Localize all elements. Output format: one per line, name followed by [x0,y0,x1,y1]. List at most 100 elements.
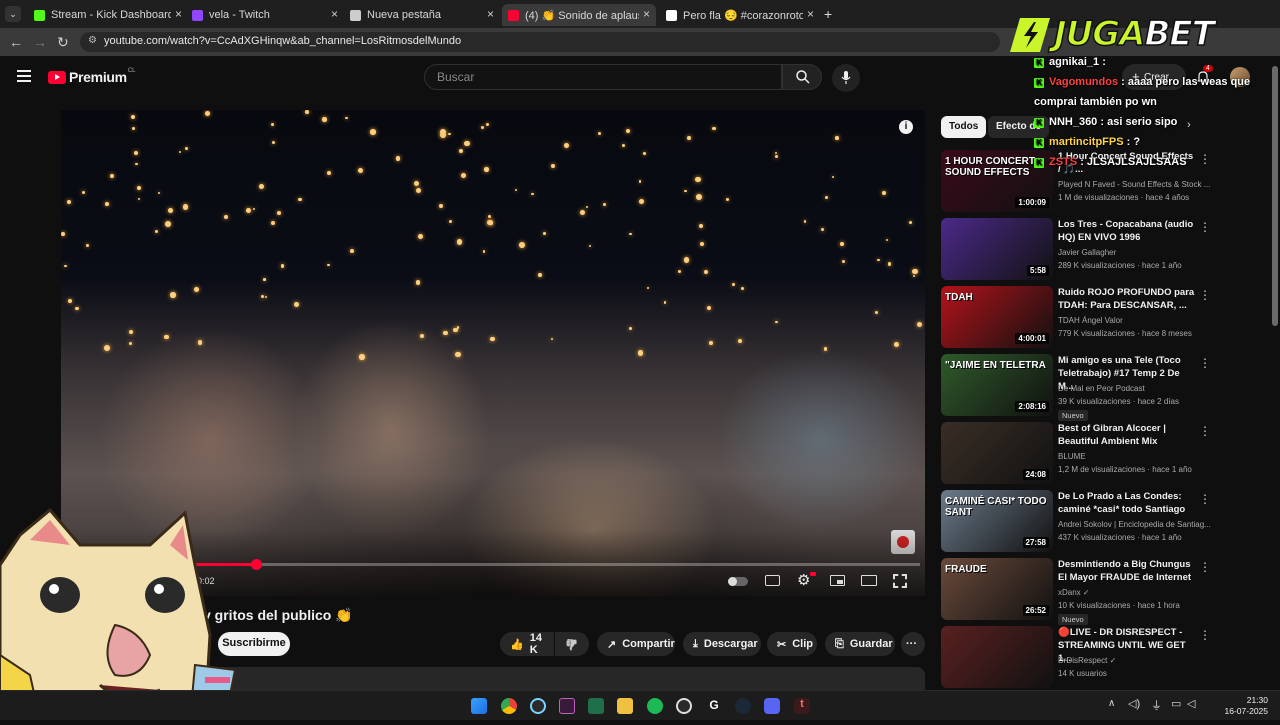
tray-sound-icon[interactable]: ◁ [1187,697,1195,710]
forward-icon[interactable]: → [33,34,47,50]
light-dot [712,126,716,131]
recommendation-channel[interactable]: Andrei Sokolov | Enciclopedia de Santiag… [1058,520,1211,529]
browser-alt-icon[interactable] [530,698,546,714]
tab-close-icon[interactable]: × [175,7,182,21]
light-dot [626,129,631,134]
obs-icon[interactable] [676,698,692,714]
autoplay-toggle[interactable] [728,577,748,586]
url-text: youtube.com/watch?v=CcAdXGHinqw&ab_chann… [104,35,462,47]
info-icon[interactable]: i [899,120,913,134]
recommendation-title[interactable]: De Lo Prado a Las Condes: caminé *casi* … [1058,490,1198,516]
recommendation-item[interactable]: TDAH 4:00:01 Ruido ROJO PROFUNDO para TDAH… [941,286,1211,348]
recommendation-channel[interactable]: BLUME [1058,452,1086,461]
tab-close-icon[interactable]: × [807,7,814,21]
recommendation-item[interactable]: 5:58 Los Tres - Copacabana (audio HQ) EN … [941,218,1211,280]
tab-3[interactable]: (4) 👏 Sonido de aplausos y gr × [502,4,656,26]
reload-icon[interactable]: ↻ [57,34,69,51]
recommendation-title[interactable]: Los Tres - Copacabana (audio HQ) EN VIVO… [1058,218,1198,244]
recommendation-item[interactable]: FRAUDE 26:52 Desmintiendo a Big Chungus El… [941,558,1211,625]
recommendation-title[interactable]: Desmintiendo a Big Chungus El Mayor FRAU… [1058,558,1198,584]
recommendation-title[interactable]: Best of Gibran Alcocer | Beautiful Ambie… [1058,422,1198,448]
vtube-icon[interactable] [559,698,575,714]
more-actions-button[interactable]: ··· [901,632,925,656]
recommendation-item[interactable]: CAMINÉ CASI* TODO SANT 27:58 De Lo Prado a… [941,490,1211,552]
search-input[interactable]: Buscar [424,64,782,90]
tray-volume-icon[interactable]: ◁) [1128,697,1140,710]
download-button[interactable]: ⤓ Descargar [683,632,761,656]
tray-mic-icon[interactable]: ⏚ [1151,697,1162,713]
recommendation-item[interactable]: 🔴LIVE - DR DISRESPECT - STREAMING UNTIL … [941,626,1211,688]
tab-close-icon[interactable]: × [487,7,494,21]
recommendation-channel[interactable]: DrDisRespect ✓ [1058,656,1116,665]
tab-2[interactable]: Nueva pestaña × [344,4,500,26]
url-field[interactable]: ⚙ youtube.com/watch?v=CcAdXGHinqw&ab_cha… [80,32,1000,52]
tab-title: Pero fla 😔 #corazonroto #fyp [683,9,803,22]
recommendation-item[interactable]: "JAIME EN TELETRA 2:08:16 Mi amigo es una … [941,354,1211,421]
recommendation-channel[interactable]: Javier Gallagher [1058,248,1116,257]
tab-close-icon[interactable]: × [643,7,650,21]
recommendation-thumbnail[interactable]: 5:58 [941,218,1053,280]
chrome-icon[interactable] [501,698,517,714]
tab-0[interactable]: Stream - Kick Dashboard × [28,4,188,26]
search-button[interactable] [782,64,822,90]
tray-chevron-icon[interactable]: ∧ [1108,698,1115,709]
more-options-icon[interactable]: ⋮ [1199,288,1211,302]
new-tab-button[interactable]: + [824,6,832,22]
light-dot [908,221,912,225]
menu-icon[interactable] [17,70,31,82]
more-options-icon[interactable]: ⋮ [1199,560,1211,574]
recommendation-thumbnail[interactable]: 24:08 [941,422,1053,484]
tab-search-icon[interactable]: ⌄ [5,6,21,22]
more-options-icon[interactable]: ⋮ [1199,628,1211,642]
youtube-logo[interactable]: Premium CL [48,68,135,85]
app-t-icon[interactable]: t [794,698,810,714]
clip-button[interactable]: ✂ Clip [767,632,817,656]
more-options-icon[interactable]: ⋮ [1199,356,1211,370]
recommendation-thumbnail[interactable]: CAMINÉ CASI* TODO SANT 27:58 [941,490,1053,552]
notepad-icon[interactable] [588,698,604,714]
light-dot [415,188,422,194]
theater-mode-icon[interactable] [861,575,877,586]
tab-4[interactable]: Pero fla 😔 #corazonroto #fyp × [660,4,820,26]
voice-search-button[interactable] [832,64,860,92]
windows-start-icon[interactable] [471,698,487,714]
recommendation-channel[interactable]: xDanx ✓ [1058,588,1090,597]
recommendation-thumbnail[interactable] [941,626,1053,688]
spotify-icon[interactable] [647,698,663,714]
site-info-icon[interactable]: ⚙ [88,35,97,46]
app-g-icon[interactable]: G [706,698,722,714]
clock[interactable]: 21:30 16-07-2025 [1225,695,1268,717]
light-dot [912,268,918,275]
fullscreen-icon[interactable] [893,574,907,588]
youtube-play-icon [48,70,66,84]
dislike-button[interactable]: 👍 [555,632,589,656]
recommendation-channel[interactable]: Played N Faved - Sound Effects & Stock .… [1058,180,1210,189]
share-button[interactable]: ↗ Compartir [597,632,675,656]
save-button[interactable]: ⎘ Guardar [825,632,895,656]
more-options-icon[interactable]: ⋮ [1199,492,1211,506]
steam-icon[interactable] [735,698,751,714]
miniplayer-icon[interactable] [830,575,845,586]
recommendation-thumbnail[interactable]: TDAH 4:00:01 [941,286,1053,348]
more-options-icon[interactable]: ⋮ [1199,424,1211,438]
recommendation-title[interactable]: Ruido ROJO PROFUNDO para TDAH: Para DESC… [1058,286,1198,312]
folder-icon[interactable] [617,698,633,714]
more-options-icon[interactable]: ⋮ [1199,220,1211,234]
recommendation-thumbnail[interactable]: FRAUDE 26:52 [941,558,1053,620]
progress-scrubber[interactable] [251,559,262,570]
back-icon[interactable]: ← [9,34,23,50]
recommendation-channel[interactable]: TDAH Ángel Valor [1058,316,1123,325]
recommendation-thumbnail[interactable]: "JAIME EN TELETRA 2:08:16 [941,354,1053,416]
light-dot [638,199,644,205]
recommendation-channel[interactable]: De Mal en Peor Podcast [1058,384,1145,393]
light-dot [415,280,421,285]
discord-icon[interactable] [764,698,780,714]
tab-close-icon[interactable]: × [331,7,338,21]
recommendation-item[interactable]: 24:08 Best of Gibran Alcocer | Beautiful … [941,422,1211,484]
chip-todos[interactable]: Todos [941,116,987,138]
subtitles-icon[interactable] [765,575,780,586]
tab-1[interactable]: vela - Twitch × [186,4,344,26]
like-button[interactable]: 👍 14 K [500,632,554,656]
settings-icon[interactable]: ⚙ [797,571,810,589]
tray-network-icon[interactable]: ▭ [1171,697,1181,710]
